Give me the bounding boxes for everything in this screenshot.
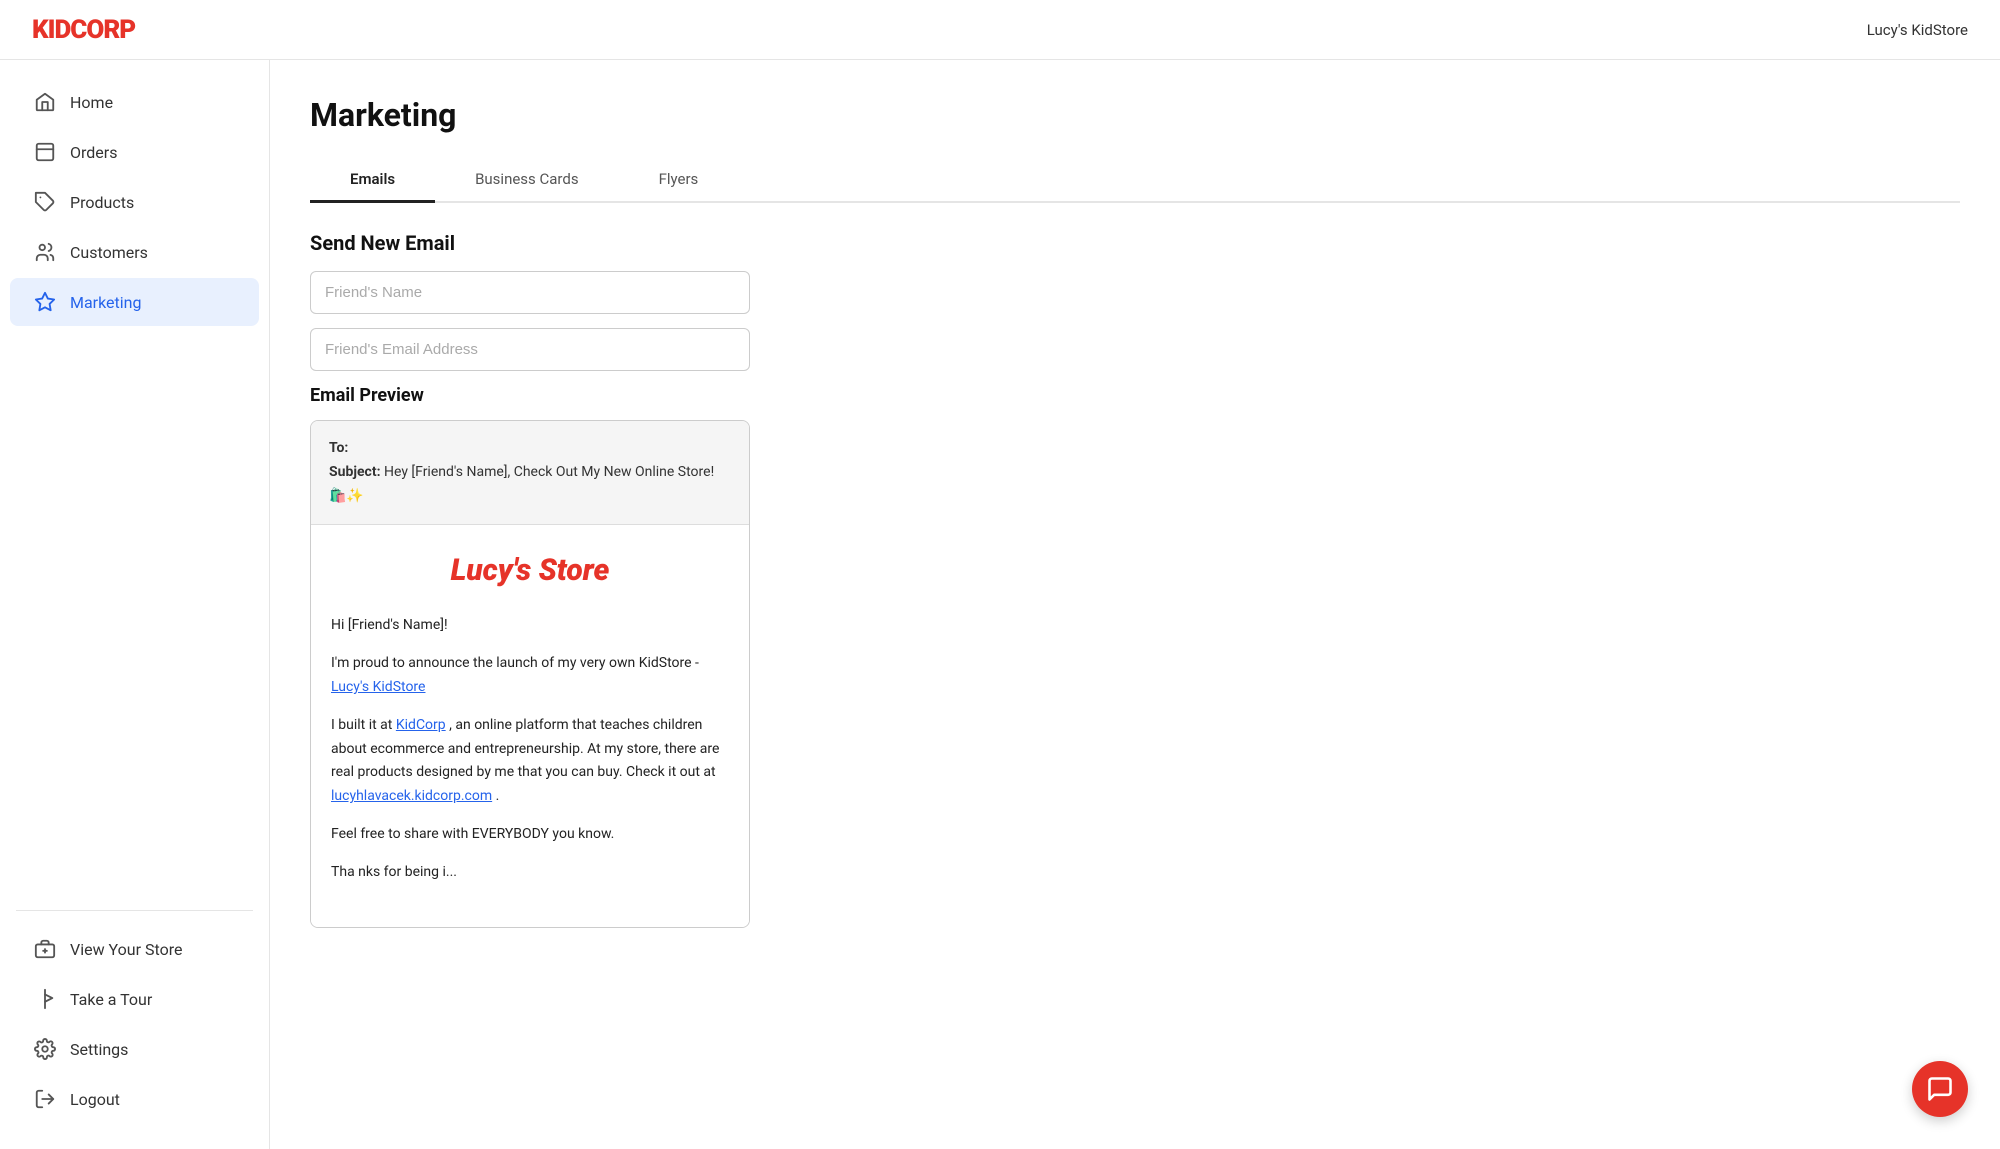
sidebar-item-settings[interactable]: Settings bbox=[10, 1025, 259, 1073]
products-icon bbox=[34, 191, 56, 213]
marketing-icon bbox=[34, 291, 56, 313]
email-preview-title: Email Preview bbox=[310, 385, 1960, 406]
tab-emails[interactable]: Emails bbox=[310, 158, 435, 203]
email-subject-line: Subject: Hey [Friend's Name], Check Out … bbox=[329, 461, 731, 509]
email-preview-header: To: Subject: Hey [Friend's Name], Check … bbox=[311, 421, 749, 525]
email-to-line: To: bbox=[329, 437, 731, 461]
customers-icon bbox=[34, 241, 56, 263]
sidebar-item-label: Orders bbox=[70, 143, 117, 162]
sidebar-item-label: Home bbox=[70, 93, 113, 112]
email-para3: Feel free to share with EVERYBODY you kn… bbox=[331, 823, 729, 847]
sidebar-item-label: Settings bbox=[70, 1040, 128, 1059]
friend-email-input[interactable] bbox=[310, 328, 750, 371]
main-content: Marketing Emails Business Cards Flyers S… bbox=[270, 60, 2000, 1149]
sidebar-nav: Home Orders bbox=[0, 76, 269, 898]
sidebar-item-label: View Your Store bbox=[70, 940, 182, 959]
tab-bar: Emails Business Cards Flyers bbox=[310, 158, 1960, 203]
email-preview-box: To: Subject: Hey [Friend's Name], Check … bbox=[310, 420, 750, 928]
store-link[interactable]: Lucy's KidStore bbox=[331, 679, 425, 695]
sidebar: Home Orders bbox=[0, 60, 270, 1149]
email-para1: I'm proud to announce the launch of my v… bbox=[331, 652, 729, 700]
sidebar-item-label: Customers bbox=[70, 243, 148, 262]
sidebar-bottom: View Your Store Take a Tour bbox=[0, 923, 269, 1133]
sidebar-item-logout[interactable]: Logout bbox=[10, 1075, 259, 1123]
sidebar-item-label: Products bbox=[70, 193, 134, 212]
to-label: To: bbox=[329, 440, 348, 456]
sidebar-item-label: Marketing bbox=[70, 293, 141, 312]
friend-name-input[interactable] bbox=[310, 271, 750, 314]
settings-icon bbox=[34, 1038, 56, 1060]
sidebar-item-take-tour[interactable]: Take a Tour bbox=[10, 975, 259, 1023]
app-header: KIDCORP Lucy's KidStore bbox=[0, 0, 2000, 60]
sidebar-item-home[interactable]: Home bbox=[10, 78, 259, 126]
tour-icon bbox=[34, 988, 56, 1010]
store-icon bbox=[34, 938, 56, 960]
email-greeting: Hi [Friend's Name]! bbox=[331, 614, 729, 638]
kidcorp-link[interactable]: KidCorp bbox=[396, 717, 446, 733]
sidebar-divider bbox=[16, 910, 253, 911]
home-icon bbox=[34, 91, 56, 113]
email-para4: Tha nks for being i... bbox=[331, 861, 729, 885]
send-email-title: Send New Email bbox=[310, 231, 1960, 255]
email-para2: I built it at KidCorp , an online platfo… bbox=[331, 714, 729, 809]
sidebar-item-label: Logout bbox=[70, 1090, 120, 1109]
chat-button[interactable] bbox=[1912, 1061, 1968, 1117]
sidebar-item-orders[interactable]: Orders bbox=[10, 128, 259, 176]
page-title: Marketing bbox=[310, 96, 1960, 134]
sidebar-item-view-store[interactable]: View Your Store bbox=[10, 925, 259, 973]
tab-business-cards[interactable]: Business Cards bbox=[435, 158, 619, 203]
email-store-name: Lucy's Store bbox=[331, 545, 729, 596]
app-logo: KIDCORP bbox=[32, 15, 135, 45]
orders-icon bbox=[34, 141, 56, 163]
header-store-name: Lucy's KidStore bbox=[1867, 21, 1968, 39]
sidebar-item-marketing[interactable]: Marketing bbox=[10, 278, 259, 326]
sidebar-item-customers[interactable]: Customers bbox=[10, 228, 259, 276]
subject-label: Subject: bbox=[329, 464, 381, 480]
email-body: Lucy's Store Hi [Friend's Name]! I'm pro… bbox=[311, 525, 749, 926]
logout-icon bbox=[34, 1088, 56, 1110]
email-subject-value: Hey [Friend's Name], Check Out My New On… bbox=[329, 464, 714, 504]
sidebar-item-products[interactable]: Products bbox=[10, 178, 259, 226]
store-url-link[interactable]: lucyhlavacek.kidcorp.com bbox=[331, 788, 492, 804]
tab-flyers[interactable]: Flyers bbox=[619, 158, 739, 203]
sidebar-item-label: Take a Tour bbox=[70, 990, 152, 1009]
